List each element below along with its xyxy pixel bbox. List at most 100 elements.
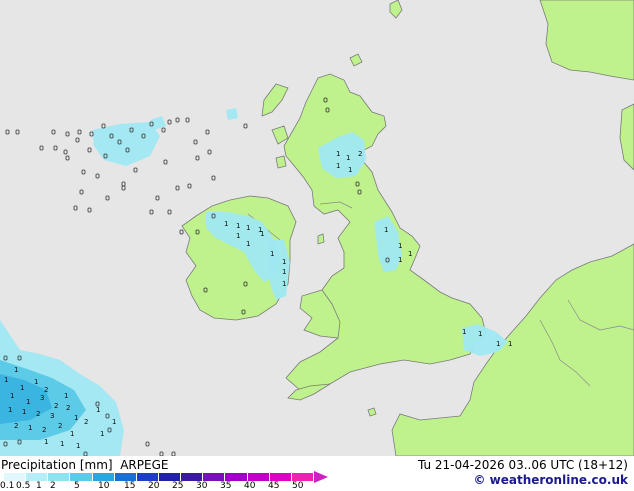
grid-marker	[163, 159, 168, 165]
grid-marker	[161, 127, 166, 133]
legend-swatch	[269, 473, 292, 481]
grid-marker	[73, 205, 78, 211]
legend-swatch	[70, 473, 93, 481]
isle-of-man	[317, 233, 325, 245]
cornwall	[287, 383, 331, 401]
grid-marker	[195, 155, 200, 161]
precipitation-value: 1	[246, 224, 250, 232]
precipitation-value: 1	[70, 430, 74, 438]
precipitation-value: 1	[74, 414, 78, 422]
precipitation-value: 1	[496, 340, 500, 348]
map-svg: 1 1 1111111111 1 21 111111 11 11111211 3211 1 2 321…	[0, 0, 634, 456]
precipitation-value: 1	[260, 230, 264, 238]
precipitation-value: 1	[112, 418, 116, 426]
grid-marker	[175, 117, 180, 123]
precipitation-value: 1	[478, 330, 482, 338]
grid-marker	[211, 175, 216, 181]
precipitation-value: 1	[60, 440, 64, 448]
precipitation-value: 1	[282, 268, 286, 276]
legend-swatch	[181, 473, 204, 481]
precipitation-map: 1111111111111211111111111111211321112321…	[0, 0, 634, 456]
precipitation-value: 3	[50, 412, 54, 420]
precipitation-value: 1	[14, 366, 18, 374]
legend-swatch	[136, 473, 159, 481]
legend-color-bar	[4, 473, 328, 481]
grid-marker	[133, 167, 138, 173]
precipitation-value: 1	[96, 406, 100, 414]
precipitation-value: 1	[64, 392, 68, 400]
legend-swatch	[291, 473, 314, 481]
precipitation-value: 1	[20, 384, 24, 392]
precipitation-value: 1	[28, 424, 32, 432]
map-title: Precipitation [mm] ARPEGE	[1, 458, 168, 472]
legend-swatch	[4, 473, 27, 481]
grid-marker	[15, 129, 20, 135]
precipitation-value: 1	[246, 240, 250, 248]
precipitation-value: 1	[8, 406, 12, 414]
precipitation-value: 1	[224, 220, 228, 228]
precipitation-value: 2	[54, 402, 58, 410]
precip-area-atlantic-north	[92, 122, 160, 166]
precipitation-value: 2	[42, 426, 46, 434]
footer-bar: Precipitation [mm] ARPEGE Tu 21-04-2026 …	[0, 456, 634, 491]
precipitation-value: 1	[346, 154, 350, 162]
grid-marker	[121, 181, 126, 187]
islay	[275, 155, 287, 169]
grid-marker	[175, 185, 180, 191]
precipitation-value: 1	[348, 166, 352, 174]
grid-marker	[179, 229, 184, 235]
precipitation-value: 1	[336, 150, 340, 158]
grid-marker	[53, 145, 58, 151]
precipitation-value: 1	[76, 442, 80, 450]
denmark-tip	[619, 103, 634, 171]
precipitation-value: 1	[26, 398, 30, 406]
precipitation-value: 1	[236, 232, 240, 240]
precipitation-value: 1	[34, 378, 38, 386]
grid-marker	[87, 207, 92, 213]
precip-area-small	[226, 108, 238, 120]
norway-coast	[539, 0, 634, 81]
precipitation-value: 1	[398, 242, 402, 250]
grid-marker	[81, 169, 86, 175]
precipitation-value: 2	[66, 404, 70, 412]
grid-marker	[5, 129, 10, 135]
grid-marker	[149, 209, 154, 215]
precipitation-value: 2	[36, 410, 40, 418]
grid-marker	[77, 129, 82, 135]
shetland	[389, 0, 403, 19]
site-credit[interactable]: © weatheronline.co.uk	[473, 473, 628, 487]
grid-marker	[243, 123, 248, 129]
channel-islands	[367, 407, 377, 417]
grid-marker	[95, 173, 100, 179]
grid-marker	[207, 149, 212, 155]
grid-marker	[101, 123, 106, 129]
legend-swatch	[48, 473, 71, 481]
precipitation-value: 1	[384, 226, 388, 234]
grid-marker	[65, 131, 70, 137]
legend-swatch	[225, 473, 248, 481]
precipitation-value: 1	[10, 392, 14, 400]
precipitation-value: 2	[14, 422, 18, 430]
legend-swatch	[247, 473, 270, 481]
legend-swatch	[26, 473, 49, 481]
forecast-datetime: Tu 21-04-2026 03..06 UTC (18+12)	[417, 458, 628, 472]
precipitation-value: 2	[58, 422, 62, 430]
grid-marker	[63, 149, 68, 155]
grid-marker	[187, 183, 192, 189]
precipitation-value: 2	[84, 418, 88, 426]
grid-marker	[155, 195, 160, 201]
precipitation-value: 1	[398, 256, 402, 264]
precipitation-title: Precipitation [mm]	[1, 458, 113, 472]
precipitation-value: 1	[508, 340, 512, 348]
grid-marker	[65, 155, 70, 161]
grid-marker	[51, 129, 56, 135]
grid-marker	[121, 185, 126, 191]
precipitation-value: 1	[44, 438, 48, 446]
grid-marker	[185, 117, 190, 123]
grid-marker	[105, 195, 110, 201]
grid-marker	[79, 189, 84, 195]
precipitation-value: 3	[40, 394, 44, 402]
precipitation-value: 1	[336, 162, 340, 170]
precipitation-value: 2	[358, 150, 362, 158]
precipitation-value: 1	[4, 376, 8, 384]
